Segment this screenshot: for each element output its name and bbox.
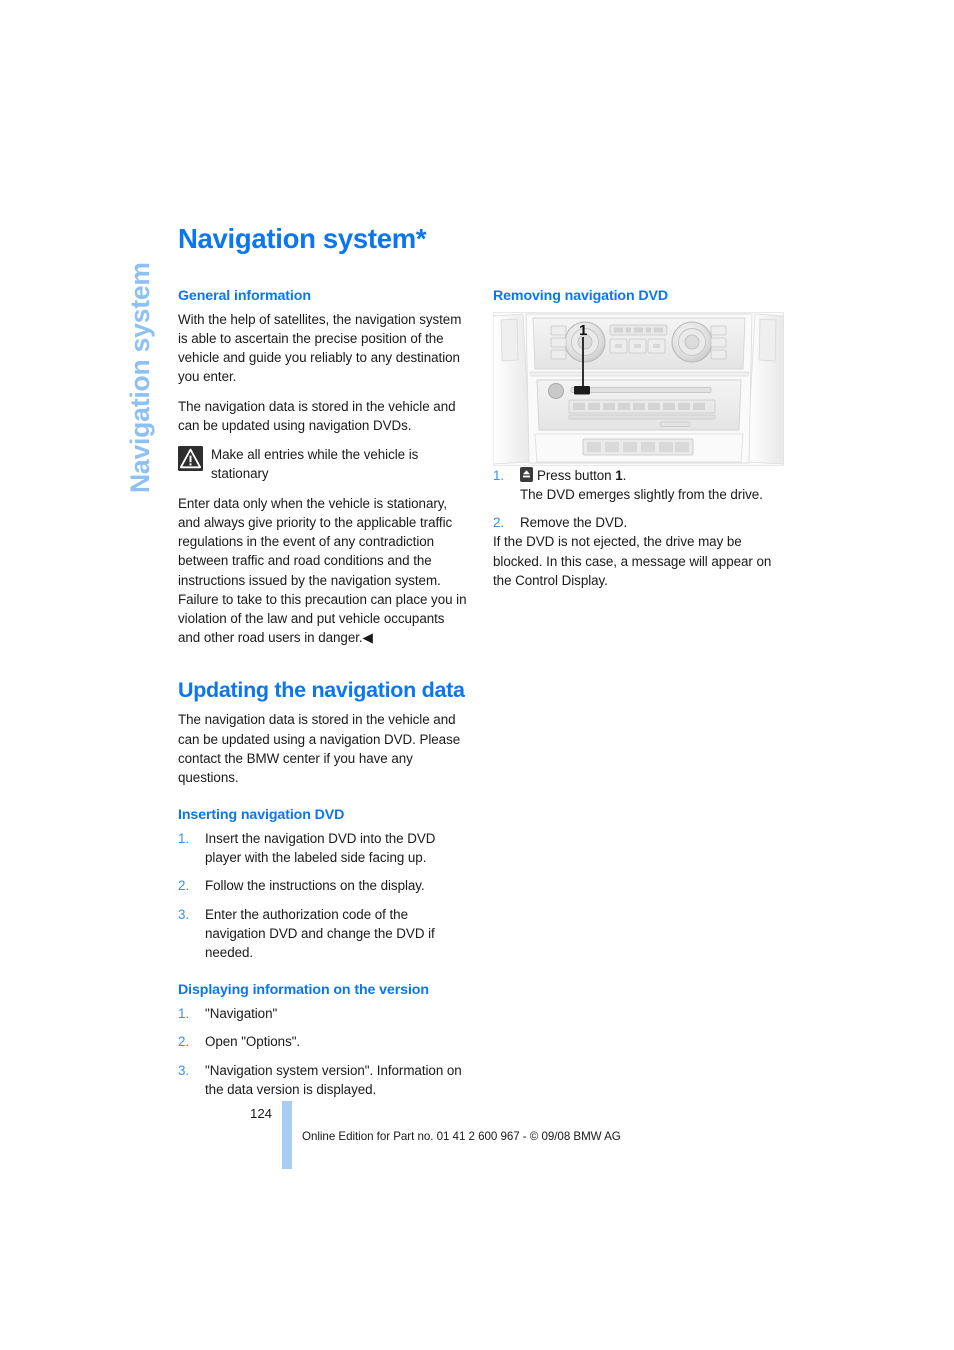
chapter-side-tab-label: Navigation system [125, 262, 155, 493]
step-1-button-number: 1 [615, 467, 623, 483]
general-information-paragraph-2: The navigation data is stored in the veh… [178, 398, 456, 433]
manual-page: Navigation system Navigation system* Gen… [0, 0, 954, 1350]
warning-note-text: Make all entries while the vehicle is st… [211, 447, 419, 482]
step-1-prefix: Press button [537, 467, 616, 483]
list-item: Enter the authorization code of the navi… [178, 905, 435, 961]
eject-button-icon [520, 466, 533, 482]
step-1-suffix: . [622, 467, 627, 483]
list-item: Press button 1. The DVD emerges slightly… [493, 466, 785, 504]
list-item: Insert the navigation DVD into the DVD p… [178, 829, 436, 866]
heading-general-information: General information [178, 288, 311, 304]
heading-inserting-navigation-dvd: Inserting navigation DVD [178, 807, 345, 824]
list-item: "Navigation" [178, 1004, 278, 1023]
inserting-steps-list: Insert the navigation DVD into the DVD p… [178, 829, 470, 962]
updating-paragraph-1: The navigation data is stored in the veh… [178, 712, 461, 785]
page-title: Navigation system* [178, 223, 427, 254]
center-console-illustration: 1 [493, 311, 784, 466]
list-item: "Navigation system version". Information… [178, 1061, 462, 1097]
warning-note: Make all entries while the vehicle is st… [178, 445, 470, 483]
heading-displaying-version-information: Displaying information on the version [178, 982, 429, 999]
heading-updating-navigation-data: Updating the navigation data [178, 677, 465, 702]
right-column: Removing navigation DVD 1 Press button 1… [493, 288, 785, 590]
footer-edition-text: Online Edition for Part no. 01 41 2 600 … [302, 1130, 621, 1143]
chapter-side-tab: Navigation system [118, 243, 162, 493]
removing-note-paragraph: If the DVD is not ejected, the drive may… [493, 534, 772, 588]
general-information-paragraph-1: With the help of satellites, the navigat… [178, 311, 462, 385]
footer-accent-bar [282, 1101, 292, 1169]
page-number: 124 [250, 1106, 273, 1121]
heading-removing-navigation-dvd: Removing navigation DVD [493, 288, 669, 304]
page-footer: 124 Online Edition for Part no. 01 41 2 … [178, 1100, 778, 1170]
list-item: Follow the instructions on the display. [178, 876, 425, 895]
left-column: General information With the help of sat… [178, 288, 470, 1099]
general-information-paragraph-3: Enter data only when the vehicle is stat… [178, 495, 467, 646]
removing-steps-list: Press button 1. The DVD emerges slightly… [493, 466, 785, 533]
svg-text:1: 1 [579, 322, 587, 339]
version-steps-list: "Navigation" Open "Options". "Navigation… [178, 1004, 470, 1099]
list-item: Remove the DVD. [493, 513, 628, 532]
warning-triangle-icon [178, 446, 203, 472]
list-item: Open "Options". [178, 1032, 301, 1051]
step-1-detail: The DVD emerges slightly from the drive. [520, 486, 763, 502]
